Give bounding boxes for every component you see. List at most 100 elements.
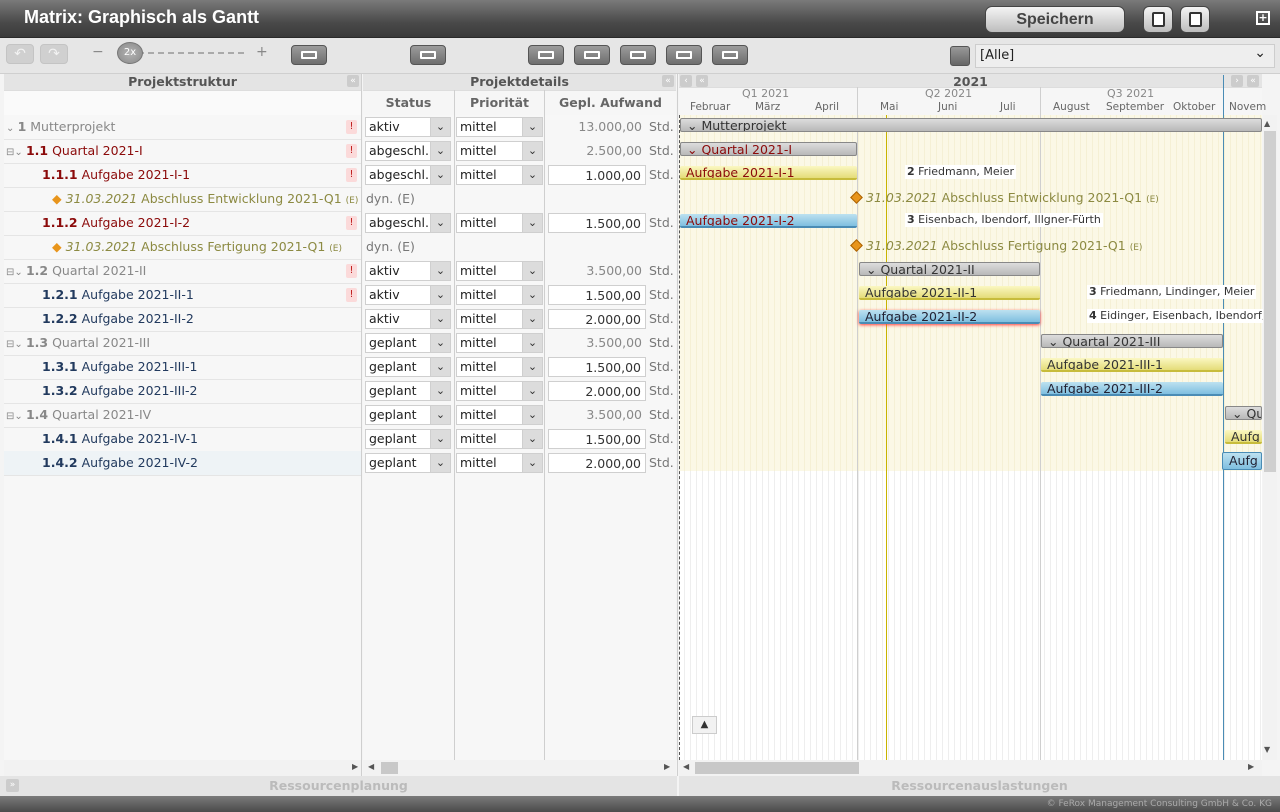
- zoom-out-button[interactable]: −: [92, 44, 104, 60]
- jump-start-button[interactable]: [528, 45, 564, 65]
- priority-select[interactable]: mittel ⌄: [456, 381, 543, 401]
- priority-select[interactable]: mittel ⌄: [456, 213, 543, 233]
- resource-load-tab[interactable]: Ressourcenauslastungen: [679, 776, 1280, 796]
- effort-column-header[interactable]: Gepl. Aufwand: [545, 90, 676, 115]
- resource-planning-tab[interactable]: Ressourcenplanung: [0, 776, 677, 796]
- gantt-summary-bar[interactable]: ⌄ Qu: [1225, 406, 1262, 420]
- effort-input[interactable]: 2.000,00: [548, 309, 646, 329]
- chevron-down-icon[interactable]: ⌄: [6, 123, 18, 134]
- gantt-task-bar[interactable]: Aufgabe 2021-II-1: [859, 286, 1040, 300]
- scroll-down-icon[interactable]: ▼: [1264, 745, 1270, 754]
- scroll-left-icon[interactable]: ◀: [683, 762, 689, 771]
- gantt-summary-bar[interactable]: ⌄ Mutterprojekt: [680, 118, 1262, 132]
- gantt-summary-bar[interactable]: ⌄ Quartal 2021-I: [680, 142, 857, 156]
- collapse-icon[interactable]: ⊟⌄: [6, 339, 26, 350]
- scroll-right-icon[interactable]: ›: [1231, 75, 1243, 87]
- scroll-back-icon[interactable]: «: [696, 75, 708, 87]
- tree-row[interactable]: 1.1.1 Aufgabe 2021-I-1: [42, 163, 190, 187]
- scroll-left-icon[interactable]: ‹: [680, 75, 692, 87]
- gantt-scroll-thumb[interactable]: [1264, 131, 1276, 472]
- collapse-icon[interactable]: ⊟⌄: [6, 411, 26, 422]
- expand-resource-icon[interactable]: »: [6, 779, 19, 792]
- gantt-task-bar[interactable]: Aufgabe 2021-III-2: [1041, 382, 1223, 396]
- gantt-task-bar[interactable]: Aufg: [1225, 430, 1262, 444]
- status-select[interactable]: aktiv ⌄: [365, 285, 451, 305]
- gantt-task-bar[interactable]: Aufgabe 2021-I-1: [680, 166, 857, 180]
- milestone-row[interactable]: ◆ 31.03.2021 Abschluss Entwicklung 2021-…: [52, 187, 358, 211]
- jump-end-button[interactable]: [712, 45, 748, 65]
- timeline-fit-button[interactable]: [291, 45, 327, 65]
- status-select[interactable]: geplant ⌄: [365, 429, 451, 449]
- status-select[interactable]: geplant ⌄: [365, 333, 451, 353]
- milestone-row[interactable]: ◆ 31.03.2021 Abschluss Fertigung 2021-Q1…: [52, 235, 342, 259]
- export-button[interactable]: [1180, 6, 1210, 33]
- tree-row[interactable]: ⊟⌄ 1.2 Quartal 2021-II: [6, 259, 146, 283]
- priority-select[interactable]: mittel ⌄: [456, 357, 543, 377]
- scroll-thumb[interactable]: [381, 762, 398, 774]
- tree-row[interactable]: ⌄ 1 Mutterprojekt: [6, 115, 115, 139]
- scroll-left-icon[interactable]: ◀: [368, 762, 374, 771]
- effort-input[interactable]: 1.000,00: [548, 165, 646, 185]
- priority-column-header[interactable]: Priorität: [455, 90, 544, 115]
- status-select[interactable]: aktiv ⌄: [365, 261, 451, 281]
- priority-select[interactable]: mittel ⌄: [456, 333, 543, 353]
- effort-input[interactable]: 1.500,00: [548, 429, 646, 449]
- print-button[interactable]: [1143, 6, 1173, 33]
- collapse-details-icon[interactable]: «: [662, 75, 674, 87]
- gantt-task-bar[interactable]: Aufgabe 2021-III-1: [1041, 358, 1223, 372]
- details-hscroll[interactable]: ◀ ▶: [363, 760, 676, 776]
- scroll-thumb[interactable]: [695, 762, 859, 774]
- gantt-summary-bar[interactable]: ⌄ Quartal 2021-II: [859, 262, 1040, 276]
- status-select[interactable]: abgeschl. ⌄: [365, 213, 451, 233]
- redo-button[interactable]: ↷: [40, 44, 68, 64]
- priority-select[interactable]: mittel ⌄: [456, 285, 543, 305]
- gantt-task-bar[interactable]: Aufg: [1222, 452, 1262, 470]
- expand-panel-icon[interactable]: ▲: [692, 716, 717, 734]
- status-select[interactable]: geplant ⌄: [365, 381, 451, 401]
- structure-hscroll[interactable]: ▶: [4, 760, 361, 776]
- collapse-structure-icon[interactable]: «: [347, 75, 359, 87]
- scroll-up-icon[interactable]: ▲: [1264, 119, 1270, 128]
- tree-row[interactable]: ⊟⌄ 1.3 Quartal 2021-III: [6, 331, 150, 355]
- add-bar-button[interactable]: [574, 45, 610, 65]
- priority-select[interactable]: mittel ⌄: [456, 117, 543, 137]
- tree-row[interactable]: 1.2.1 Aufgabe 2021-II-1: [42, 283, 194, 307]
- collapse-icon[interactable]: ⊟⌄: [6, 267, 26, 278]
- filter-icon[interactable]: [950, 46, 970, 66]
- status-select[interactable]: geplant ⌄: [365, 405, 451, 425]
- tree-row[interactable]: 1.1.2 Aufgabe 2021-I-2: [42, 211, 190, 235]
- scroll-right-icon[interactable]: ▶: [1248, 762, 1254, 771]
- effort-input[interactable]: 2.000,00: [548, 381, 646, 401]
- tree-row[interactable]: 1.3.2 Aufgabe 2021-III-2: [42, 379, 198, 403]
- link-bars-button[interactable]: [620, 45, 656, 65]
- gantt-task-bar[interactable]: Aufgabe 2021-I-2: [680, 214, 857, 228]
- gantt-task-bar[interactable]: Aufgabe 2021-II-2: [859, 310, 1040, 324]
- expand-icon[interactable]: +: [1256, 11, 1270, 25]
- tree-row[interactable]: 1.4.2 Aufgabe 2021-IV-2: [42, 451, 198, 475]
- effort-input[interactable]: 2.000,00: [548, 453, 646, 473]
- filter-select[interactable]: [Alle]: [975, 42, 1275, 68]
- tree-row[interactable]: 1.3.1 Aufgabe 2021-III-1: [42, 355, 198, 379]
- tree-row[interactable]: ⊟⌄ 1.4 Quartal 2021-IV: [6, 403, 151, 427]
- zoom-knob[interactable]: 2x: [117, 42, 143, 64]
- priority-select[interactable]: mittel ⌄: [456, 141, 543, 161]
- tree-row[interactable]: ⊟⌄ 1.1 Quartal 2021-I: [6, 139, 143, 163]
- zoom-in-button[interactable]: +: [256, 44, 268, 60]
- status-select[interactable]: geplant ⌄: [365, 453, 451, 473]
- priority-select[interactable]: mittel ⌄: [456, 453, 543, 473]
- undo-button[interactable]: ↶: [6, 44, 34, 64]
- collapse-icon[interactable]: ⊟⌄: [6, 147, 26, 158]
- priority-select[interactable]: mittel ⌄: [456, 405, 543, 425]
- priority-select[interactable]: mittel ⌄: [456, 165, 543, 185]
- effort-input[interactable]: 1.500,00: [548, 213, 646, 233]
- priority-select[interactable]: mittel ⌄: [456, 309, 543, 329]
- status-column-header[interactable]: Status: [363, 90, 454, 115]
- calendar-button[interactable]: [666, 45, 702, 65]
- tree-row[interactable]: 1.2.2 Aufgabe 2021-II-2: [42, 307, 194, 331]
- collapse-gantt-icon[interactable]: «: [1247, 75, 1259, 87]
- effort-input[interactable]: 1.500,00: [548, 285, 646, 305]
- resource-button[interactable]: [410, 45, 446, 65]
- status-select[interactable]: abgeschl. ⌄: [365, 141, 451, 161]
- save-button[interactable]: Speichern: [985, 6, 1125, 33]
- gantt-summary-bar[interactable]: ⌄ Quartal 2021-III: [1041, 334, 1223, 348]
